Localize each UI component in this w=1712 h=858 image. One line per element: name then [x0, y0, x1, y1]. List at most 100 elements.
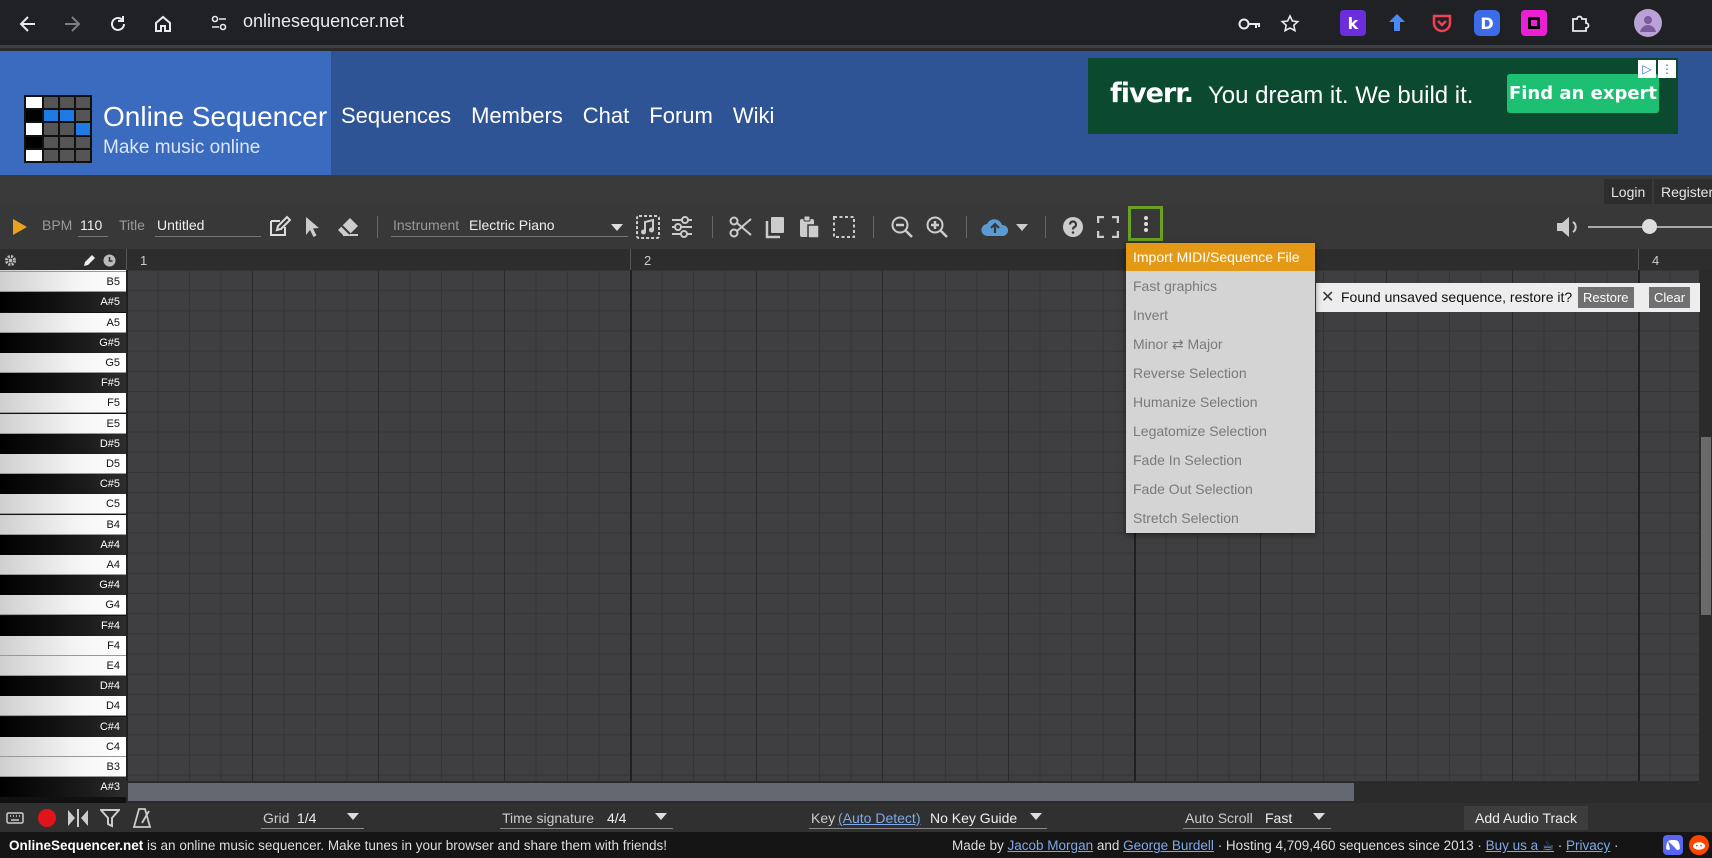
menu-minor-major[interactable]: Minor ⇄ Major	[1126, 330, 1315, 358]
time-signature-select[interactable]: 4/4	[607, 810, 626, 826]
author-jacob-morgan-link[interactable]: Jacob Morgan	[1008, 838, 1094, 853]
nav-wiki[interactable]: Wiki	[733, 103, 775, 129]
keyboard-icon[interactable]	[5, 809, 25, 827]
pocket-icon[interactable]	[1429, 10, 1455, 36]
help-icon[interactable]	[1060, 214, 1086, 240]
piano-key[interactable]: C5	[0, 494, 126, 515]
zoom-in-icon[interactable]	[923, 213, 951, 241]
piano-key[interactable]: E5	[0, 413, 126, 434]
chevron-down-icon[interactable]	[610, 223, 624, 233]
auto-scroll-select[interactable]: Fast	[1265, 810, 1292, 826]
cut-scissors-icon[interactable]	[727, 213, 755, 241]
forward-icon[interactable]	[56, 8, 88, 40]
extensions-puzzle-icon[interactable]	[1567, 10, 1593, 36]
piano-key[interactable]: G#5	[0, 332, 126, 353]
cloud-upload-icon[interactable]	[980, 213, 1010, 241]
extension-arrow-icon[interactable]	[1384, 10, 1410, 36]
ad-menu-icon[interactable]: ⋮	[1658, 60, 1676, 78]
piano-key[interactable]: B5	[0, 272, 126, 293]
password-key-icon[interactable]	[1236, 10, 1264, 38]
reddit-icon[interactable]	[1689, 835, 1709, 855]
metronome-icon[interactable]	[131, 808, 153, 828]
site-info-icon[interactable]	[208, 12, 230, 34]
piano-key[interactable]: A#4	[0, 534, 126, 555]
paste-icon[interactable]	[796, 213, 822, 241]
zoom-out-icon[interactable]	[888, 213, 916, 241]
site-name[interactable]: Online Sequencer	[103, 101, 327, 133]
more-options-button[interactable]	[1128, 206, 1163, 241]
pencil-icon[interactable]	[82, 253, 96, 267]
piano-key[interactable]: F#5	[0, 373, 126, 394]
piano-key[interactable]: G#4	[0, 575, 126, 596]
nav-chat[interactable]: Chat	[583, 103, 629, 129]
piano-key[interactable]: G5	[0, 353, 126, 373]
timesig-chevron-down-icon[interactable]	[655, 813, 667, 820]
advertisement-banner[interactable]: fiverr. You dream it. We build it. Find …	[1088, 58, 1678, 134]
piano-key[interactable]: A#3	[0, 777, 126, 798]
auto-detect-key-link[interactable]: (Auto Detect)	[838, 810, 920, 826]
piano-key[interactable]: C#5	[0, 474, 126, 495]
back-icon[interactable]	[12, 8, 44, 40]
piano-key[interactable]: D5	[0, 454, 126, 474]
url-text[interactable]: onlinesequencer.net	[243, 11, 404, 32]
ad-choices-icon[interactable]: ▷	[1638, 60, 1656, 78]
home-icon[interactable]	[147, 8, 179, 40]
mixer-sliders-icon[interactable]	[668, 213, 696, 241]
piano-key[interactable]: D4	[0, 696, 126, 717]
close-icon[interactable]: ✕	[1321, 287, 1334, 307]
ad-cta-button[interactable]: Find an expert	[1507, 74, 1659, 113]
gear-icon[interactable]	[3, 253, 17, 267]
menu-humanize-selection[interactable]: Humanize Selection	[1126, 388, 1315, 416]
author-george-burdell-link[interactable]: George Burdell	[1123, 838, 1214, 853]
extension-square-icon[interactable]	[1521, 10, 1547, 36]
menu-invert[interactable]: Invert	[1126, 301, 1315, 329]
autoscroll-chevron-down-icon[interactable]	[1313, 813, 1325, 820]
instrument-select[interactable]: Electric Piano	[469, 217, 555, 233]
piano-key[interactable]: E4	[0, 656, 126, 676]
key-guide-select[interactable]: No Key Guide	[930, 810, 1017, 826]
ad-info[interactable]: ▷ ⋮	[1638, 60, 1676, 78]
nav-sequences[interactable]: Sequences	[341, 103, 451, 129]
timeline-ruler[interactable]: 1 2 4	[0, 249, 1712, 271]
grid-chevron-down-icon[interactable]	[347, 813, 359, 820]
record-icon[interactable]	[36, 808, 58, 828]
piano-key[interactable]: B3	[0, 757, 126, 777]
piano-key[interactable]: A#5	[0, 292, 126, 313]
fullscreen-icon[interactable]	[1095, 214, 1121, 240]
piano-key[interactable]: B4	[0, 514, 126, 535]
register-button[interactable]: Register	[1654, 179, 1712, 204]
menu-legatomize-selection[interactable]: Legatomize Selection	[1126, 417, 1315, 445]
piano-key[interactable]: C4	[0, 736, 126, 757]
volume-slider-handle[interactable]	[1642, 219, 1657, 234]
key-chevron-down-icon[interactable]	[1030, 813, 1042, 820]
profile-avatar[interactable]	[1634, 9, 1662, 37]
extension-k-icon[interactable]: k	[1340, 10, 1366, 36]
nav-members[interactable]: Members	[471, 103, 563, 129]
save-dropdown-chevron-icon[interactable]	[1015, 223, 1029, 233]
piano-key[interactable]: D#4	[0, 676, 126, 697]
play-icon[interactable]	[12, 218, 28, 236]
clear-button[interactable]: Clear	[1649, 287, 1691, 308]
extension-d-icon[interactable]: D	[1474, 10, 1500, 36]
select-cursor-icon[interactable]	[302, 214, 324, 240]
piano-key[interactable]: F4	[0, 635, 126, 656]
add-audio-track-button[interactable]: Add Audio Track	[1464, 806, 1588, 830]
reload-icon[interactable]	[102, 8, 134, 40]
copy-icon[interactable]	[762, 213, 788, 241]
clock-icon[interactable]	[102, 253, 116, 267]
title-input[interactable]: Untitled	[157, 217, 204, 233]
filter-icon[interactable]	[99, 808, 121, 828]
privacy-link[interactable]: Privacy	[1566, 838, 1610, 853]
brand-area[interactable]: Online Sequencer Make music online	[0, 51, 331, 175]
menu-reverse-selection[interactable]: Reverse Selection	[1126, 359, 1315, 387]
menu-stretch-selection[interactable]: Stretch Selection	[1126, 504, 1315, 532]
buy-us-coffee-link[interactable]: Buy us a ☕	[1486, 838, 1554, 853]
discord-icon[interactable]	[1663, 835, 1683, 855]
bookmark-star-icon[interactable]	[1276, 10, 1304, 38]
menu-fast-graphics[interactable]: Fast graphics	[1126, 272, 1315, 300]
horizontal-scrollbar-thumb[interactable]	[128, 783, 1354, 801]
instrument-settings-icon[interactable]	[634, 213, 662, 241]
piano-key[interactable]: G4	[0, 595, 126, 616]
piano-key[interactable]: F#4	[0, 615, 126, 636]
volume-icon[interactable]	[1555, 214, 1583, 240]
